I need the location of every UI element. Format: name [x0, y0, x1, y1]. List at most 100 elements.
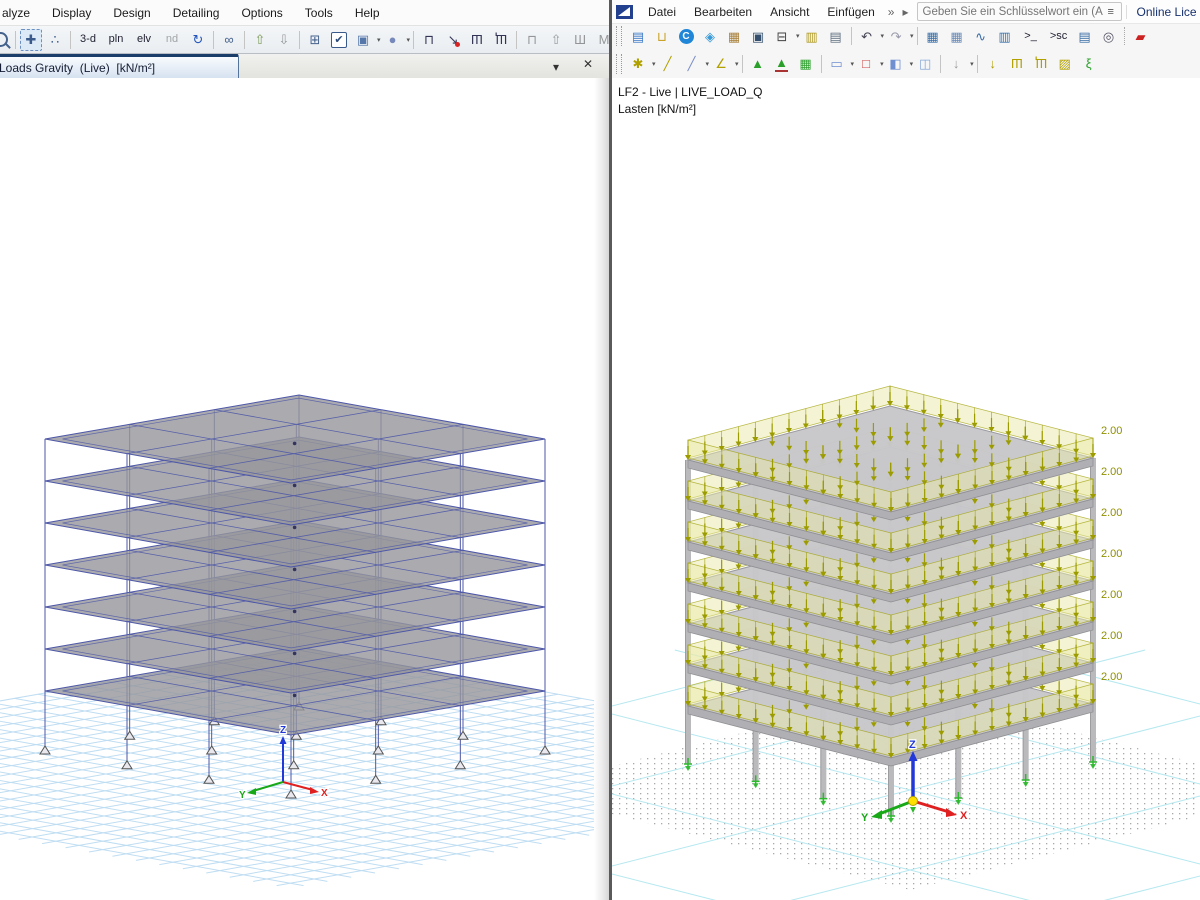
nodal-support-icon[interactable]: ▲	[747, 53, 769, 75]
redo-icon-dropdown[interactable]: ▾	[910, 32, 914, 40]
area-uniform-load-icon[interactable]: Щ	[490, 29, 512, 51]
new-block-icon[interactable]: ◫	[914, 53, 936, 75]
new-node-icon-dropdown[interactable]: ▾	[652, 60, 656, 68]
script-icon[interactable]: >sc	[1046, 25, 1072, 47]
menu-item-right-datei[interactable]: Datei	[639, 2, 685, 22]
perspective-toggle-icon[interactable]: ∞	[218, 29, 240, 51]
undo-icon-dropdown[interactable]: ▾	[881, 32, 885, 40]
table-view-icon[interactable]: ▥	[994, 25, 1016, 47]
free-load-icon[interactable]: ▨	[1054, 53, 1076, 75]
new-surface-icon[interactable]: ▭	[826, 53, 848, 75]
select-check-icon[interactable]: ✔	[328, 29, 350, 51]
model-viewport-right[interactable]: LF2 - Live | LIVE_LOAD_Q Lasten [kN/m²] …	[612, 78, 1200, 900]
online-license-label[interactable]: Online Lice	[1126, 5, 1197, 19]
tables-icon[interactable]: ▦	[922, 25, 944, 47]
new-nurbs-surface-icon-dropdown[interactable]: ▾	[910, 60, 914, 68]
zoom-icon[interactable]	[0, 29, 11, 51]
walk-through-icon[interactable]: ∴	[44, 29, 66, 51]
template-cable-icon[interactable]: M	[593, 29, 609, 51]
menu-item-right-einfgen[interactable]: Einfügen	[818, 2, 883, 22]
frame-distributed-load-icon[interactable]: Ш	[466, 29, 488, 51]
toolbar-separator	[213, 31, 214, 49]
load-type-icon-dropdown[interactable]: ▾	[970, 60, 974, 68]
toolbar-grip-handle[interactable]	[616, 54, 622, 74]
surface-support-icon[interactable]: ▦	[795, 53, 817, 75]
print-icon-dropdown[interactable]: ▾	[796, 32, 800, 40]
redo-icon[interactable]: ↷	[885, 25, 907, 47]
save-icon[interactable]: ▣	[747, 25, 769, 47]
undo-icon: ↶	[861, 30, 872, 43]
view-named-button[interactable]: nd	[159, 29, 185, 51]
tab-close-icon[interactable]: ✕	[579, 57, 597, 71]
new-printout-report-icon[interactable]: ▥	[801, 25, 823, 47]
menu-item-left-display[interactable]: Display	[41, 2, 102, 24]
template-frame-icon[interactable]: ⊓	[521, 29, 543, 51]
object-shading-icon-dropdown[interactable]: ▾	[407, 36, 411, 44]
new-member-icon[interactable]: ╱	[681, 53, 703, 75]
console-icon[interactable]: >_	[1018, 25, 1044, 47]
undo-icon[interactable]: ↶	[856, 25, 878, 47]
extrude-view-icon-dropdown[interactable]: ▾	[377, 36, 381, 44]
print-icon[interactable]: ⊟	[771, 25, 793, 47]
move-up-story-icon[interactable]: ⇧	[249, 29, 271, 51]
new-surface-icon-dropdown[interactable]: ▾	[851, 60, 855, 68]
menu-item-left-tools[interactable]: Tools	[294, 2, 344, 24]
model-web-icon[interactable]: ◈	[699, 25, 721, 47]
spreadsheet-icon[interactable]: ▦	[946, 25, 968, 47]
pan-icon[interactable]: ✚	[20, 29, 42, 51]
move-down-story-icon[interactable]: ⇩	[273, 29, 295, 51]
tab-list-caret-icon[interactable]: ▾	[547, 57, 565, 74]
model-view-tab[interactable]: orm Loads Gravity (Live) [kN/m²]	[0, 54, 239, 79]
model-viewport-left[interactable]: ZYX	[0, 78, 609, 900]
result-diagram-icon[interactable]: ∿	[970, 25, 992, 47]
printout-report-icon[interactable]: ▤	[825, 25, 847, 47]
nodal-load-icon[interactable]: ↓	[982, 53, 1004, 75]
surface-load-icon[interactable]: Щ	[1030, 53, 1052, 75]
draw-frame-icon[interactable]: ⊓	[418, 29, 440, 51]
menu-item-right-bearbeiten[interactable]: Bearbeiten	[685, 2, 761, 22]
view-plan-button[interactable]: pln	[103, 29, 129, 51]
open-model-icon[interactable]: ⊔	[651, 25, 673, 47]
menu-item-left-help[interactable]: Help	[344, 2, 391, 24]
menu-item-right-ansicht[interactable]: Ansicht	[761, 2, 818, 22]
panel-icon[interactable]: ▤	[1074, 25, 1096, 47]
extrude-view-icon[interactable]: ▣	[352, 29, 374, 51]
support-chat-icon[interactable]: ◎	[1098, 25, 1120, 47]
new-node-icon[interactable]: ✱	[627, 53, 649, 75]
menu-overflow-chevron[interactable]: »	[884, 5, 899, 19]
template-wall-icon[interactable]: Ш	[569, 29, 591, 51]
view-plan-button: pln	[109, 34, 124, 45]
view-elevation-button[interactable]: elv	[131, 29, 157, 51]
line-support-icon[interactable]: ▲	[771, 53, 793, 75]
new-model-icon[interactable]: ▤	[627, 25, 649, 47]
new-polyline-icon-dropdown[interactable]: ▾	[735, 60, 739, 68]
new-opening-icon[interactable]: □	[855, 53, 877, 75]
keyword-search-input[interactable]	[918, 6, 1108, 18]
new-line-icon[interactable]: ╱	[657, 53, 679, 75]
surface-select-icon[interactable]: ▰	[1130, 25, 1152, 47]
search-icon[interactable]: ≡	[1108, 6, 1118, 18]
menu-expand-caret[interactable]: ▸	[898, 5, 912, 19]
redo-icon: ↷	[891, 30, 902, 43]
rubber-band-select-icon[interactable]: ⊞	[304, 29, 326, 51]
object-shading-icon[interactable]: ●	[382, 29, 404, 51]
project-manager-icon[interactable]: ▦	[723, 25, 745, 47]
new-member-icon-dropdown[interactable]: ▾	[706, 60, 710, 68]
menu-item-left-alyze[interactable]: alyze	[1, 2, 41, 24]
load-type-icon[interactable]: ↓	[945, 53, 967, 75]
new-opening-icon-dropdown[interactable]: ▾	[880, 60, 884, 68]
generated-load-icon[interactable]: ξ	[1078, 53, 1100, 75]
toolbar-grip-handle[interactable]	[616, 26, 622, 46]
menu-item-left-options[interactable]: Options	[230, 2, 293, 24]
toolbar-separator	[70, 31, 71, 49]
draw-joint-icon[interactable]: ↘	[442, 29, 464, 51]
new-polyline-icon[interactable]: ∠	[710, 53, 732, 75]
c-service-icon[interactable]: C	[675, 25, 697, 47]
rotate-view-icon[interactable]: ↻	[187, 29, 209, 51]
menu-item-left-design[interactable]: Design	[102, 2, 161, 24]
menu-item-left-detailing[interactable]: Detailing	[162, 2, 231, 24]
new-nurbs-surface-icon[interactable]: ◧	[885, 53, 907, 75]
member-load-icon[interactable]: Ш	[1006, 53, 1028, 75]
view-3d-button[interactable]: 3-d	[75, 29, 101, 51]
template-point-load-icon[interactable]: ⇧	[545, 29, 567, 51]
